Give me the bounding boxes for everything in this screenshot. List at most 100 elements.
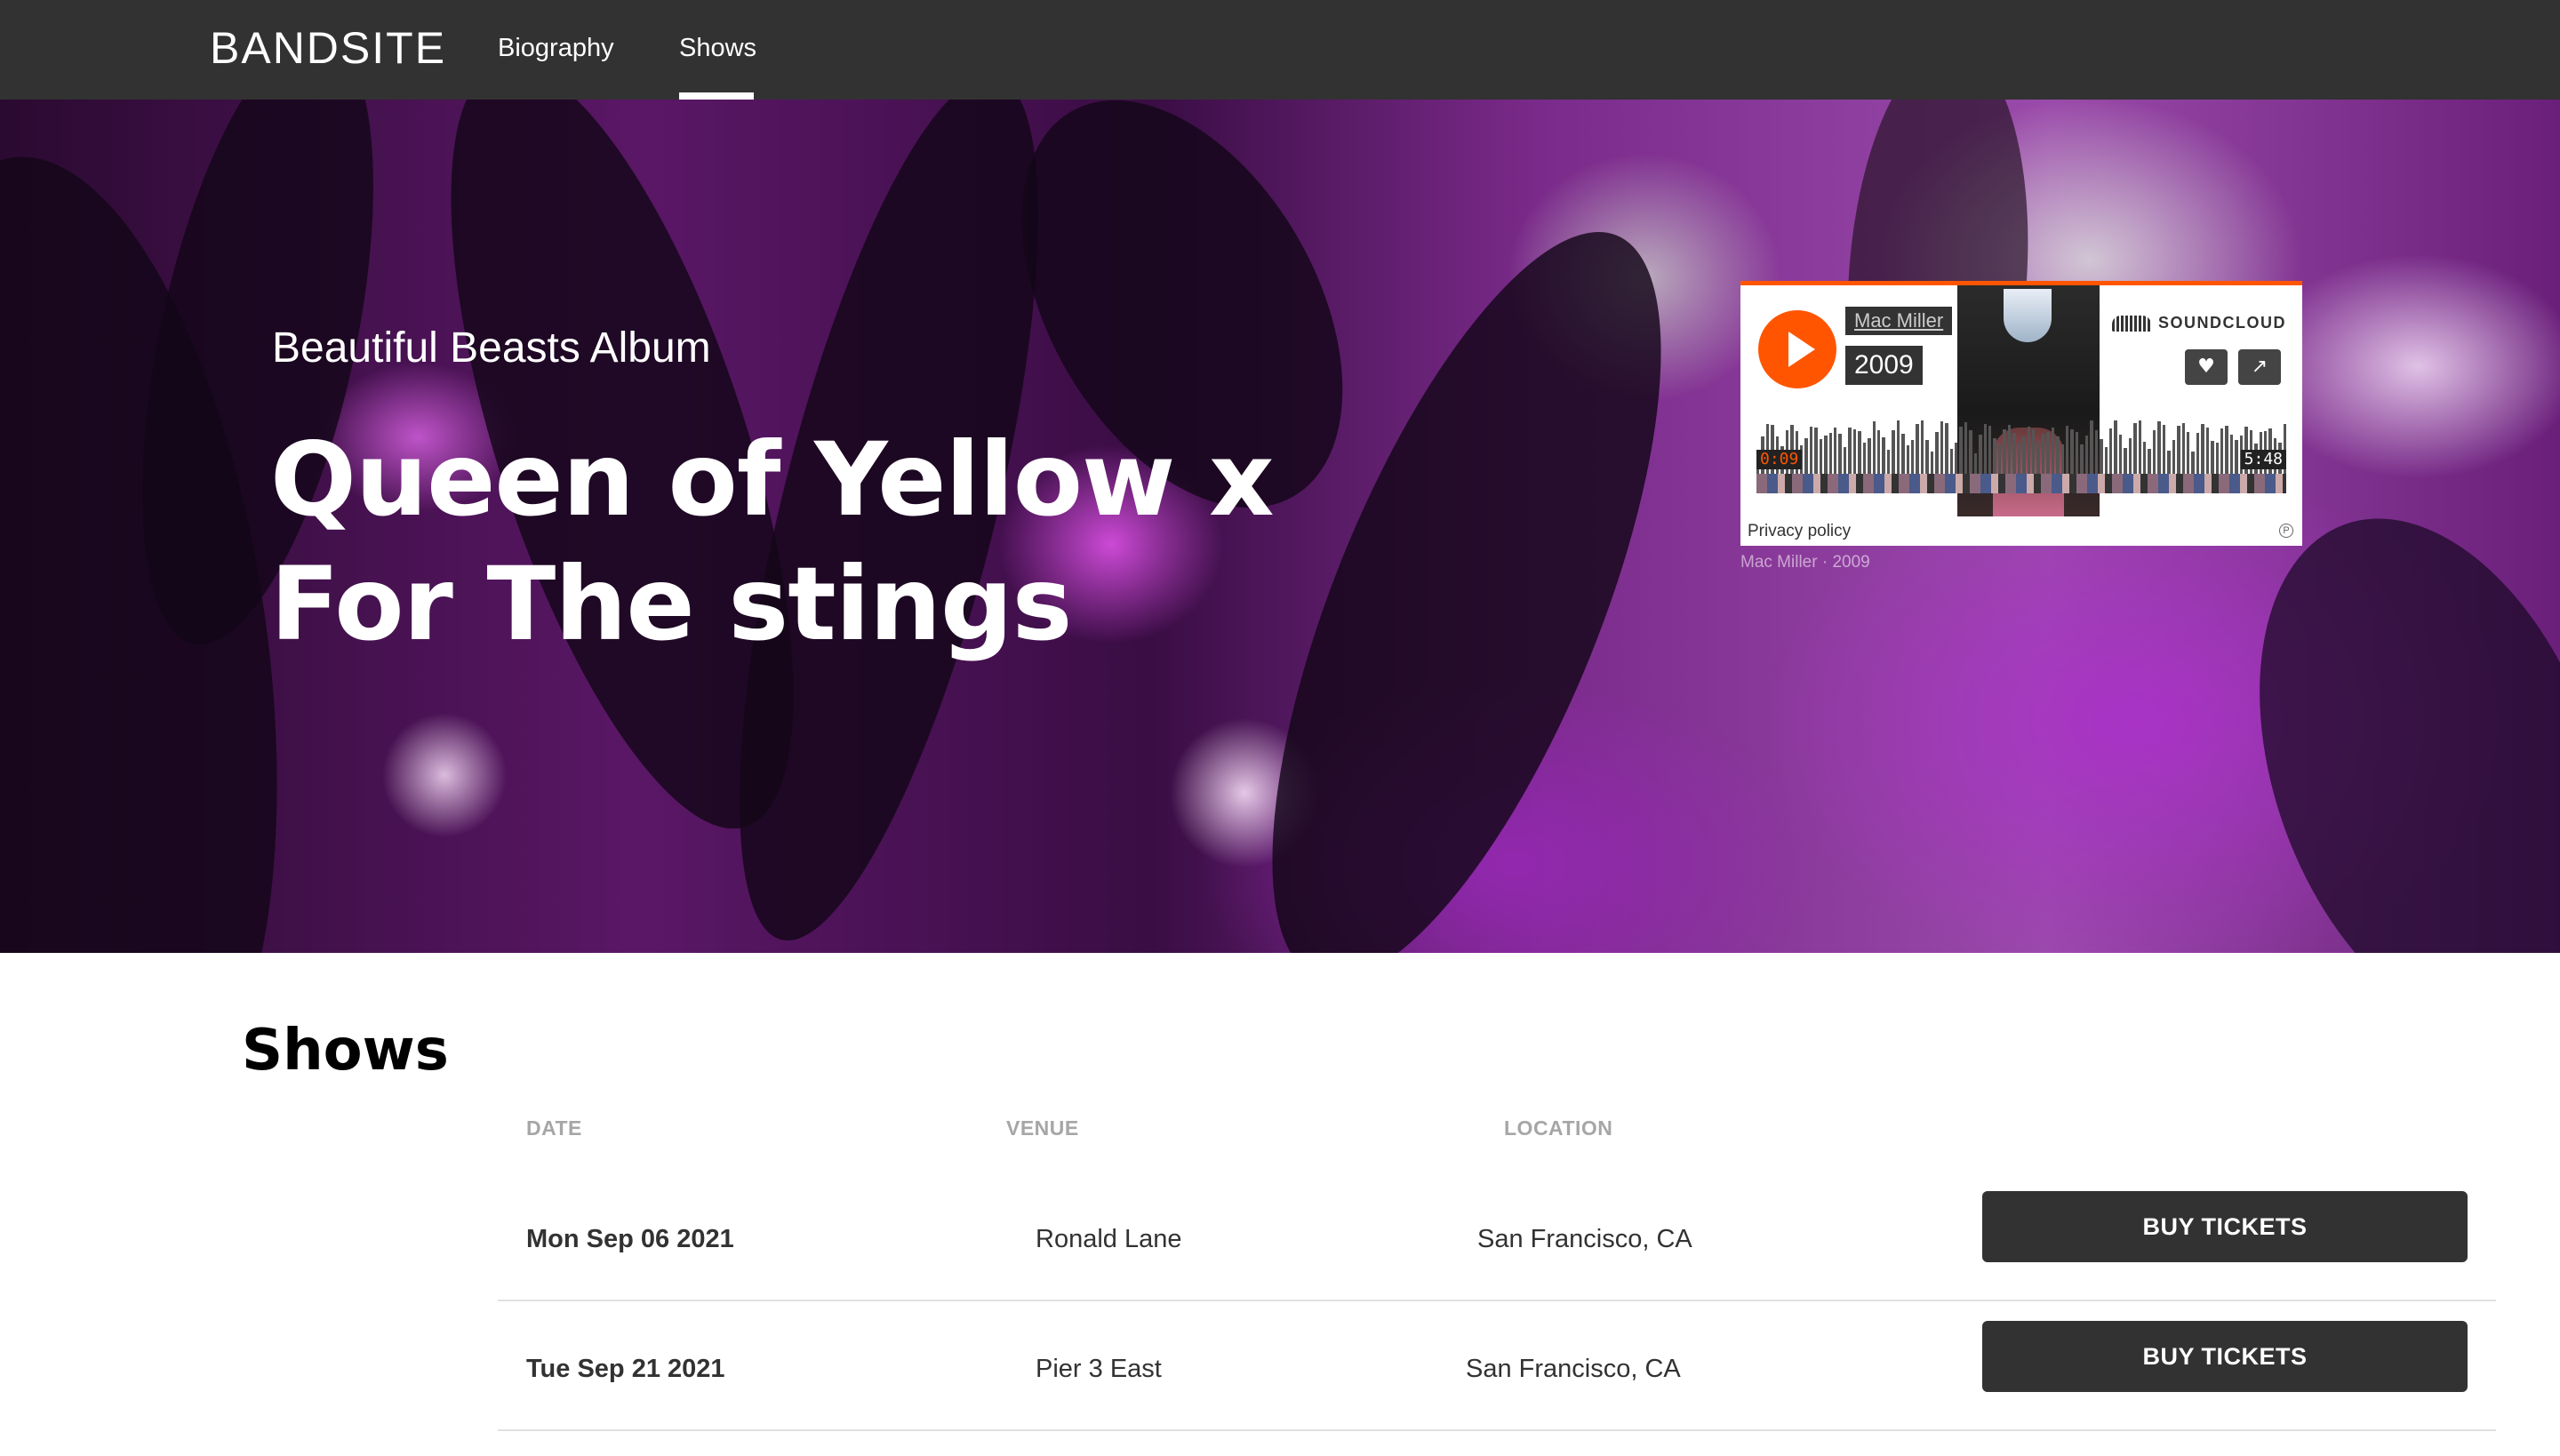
waveform-bar (1906, 445, 1909, 474)
waveform-bar (2094, 430, 2099, 474)
waveform-bar (2060, 444, 2064, 474)
show-date: Tue Sep 21 2021 (526, 1355, 725, 1383)
soundcloud-wordmark: SOUNDCLOUD (2158, 314, 2286, 332)
column-header-location: LOCATION (1504, 1116, 1613, 1140)
waveform-bar (2138, 420, 2141, 474)
waveform-bar (2041, 433, 2045, 474)
waveform-bar (2080, 444, 2084, 474)
waveform-bar (1969, 429, 1972, 474)
waveform-bar (1954, 442, 1958, 474)
waveform-bar (1911, 440, 1915, 474)
column-header-date: DATE (526, 1116, 582, 1140)
waveform-bar (1824, 436, 1828, 474)
waveform-bar (1882, 436, 1885, 474)
column-header-venue: VENUE (1006, 1116, 1079, 1140)
waveform-bar (2181, 422, 2185, 474)
comment-avatars-strip (1756, 474, 2286, 493)
waveform-bar (2172, 440, 2176, 474)
soundcloud-player: Mac Miller 2009 SOUNDCLOUD ♥ ↗ 0:09 5:48… (1740, 281, 2302, 546)
waveform-bar (2148, 449, 2151, 474)
waveform-bar (2031, 428, 2036, 474)
waveform-bar (2162, 424, 2166, 474)
track-duration: 5:48 (2240, 450, 2286, 469)
waveform-bar (2066, 426, 2069, 474)
shows-heading: Shows (242, 1018, 449, 1084)
waveform-bar (2167, 451, 2171, 474)
waveform-bar (1916, 424, 1919, 474)
waveform-bar (1988, 426, 1992, 474)
soundcloud-logo[interactable]: SOUNDCLOUD (2112, 314, 2286, 332)
show-location: San Francisco, CA (1477, 1225, 1692, 1253)
heart-icon[interactable]: ♥ (2185, 349, 2228, 385)
waveform-bar (1949, 448, 1953, 474)
waveform-bar (2051, 428, 2055, 474)
waveform-bar (1838, 434, 1842, 474)
waveform-bar (2177, 425, 2180, 474)
waveform-bar (2128, 437, 2132, 474)
waveform-bar (2191, 451, 2195, 474)
waveform-bar (1901, 433, 1905, 474)
waveform-bar (2235, 440, 2238, 474)
show-row[interactable]: Tue Sep 21 2021 Pier 3 East San Francisc… (498, 1301, 2496, 1431)
active-tab-indicator (679, 92, 754, 100)
waveform-bar (2090, 420, 2093, 474)
nav-link-shows[interactable]: Shows (679, 30, 756, 66)
show-venue: Ronald Lane (1036, 1225, 1182, 1253)
waveform-bar (2133, 423, 2137, 474)
waveform-bar (2211, 440, 2214, 474)
waveform-bar (2152, 430, 2156, 474)
waveform-bar (1804, 438, 1808, 474)
waveform-bar (2084, 436, 2089, 474)
buy-tickets-button[interactable]: BUY TICKETS (1982, 1321, 2468, 1392)
top-nav: BANDSITE Biography Shows (0, 0, 2560, 100)
brand-logo[interactable]: BANDSITE (210, 21, 446, 75)
waveform-bar (2017, 442, 2021, 474)
buy-tickets-button[interactable]: BUY TICKETS (1982, 1191, 2468, 1262)
waveform-bar (1886, 449, 1891, 474)
cookie-icon[interactable]: P (2279, 524, 2293, 538)
waveform-bar (2205, 428, 2210, 474)
waveform-bar (1858, 430, 1861, 474)
show-row[interactable]: Mon Sep 06 2021 Ronald Lane San Francisc… (498, 1172, 2496, 1301)
artwork-window (2004, 289, 2052, 342)
waveform-bar (1959, 426, 1963, 474)
waveform-bar (2036, 441, 2040, 474)
waveform-bar (2229, 435, 2234, 474)
waveform-bar (1920, 420, 1924, 474)
waveform-bar (2196, 433, 2200, 474)
waveform-bar (2215, 442, 2219, 474)
show-date: Mon Sep 06 2021 (526, 1225, 734, 1253)
privacy-policy-link[interactable]: Privacy policy (1748, 522, 1851, 541)
waveform-bar (1819, 439, 1823, 474)
waveform-bar (2056, 436, 2060, 474)
waveform-bar (1940, 421, 1944, 474)
waveform-bar (2157, 421, 2161, 474)
waveform-bar (1848, 427, 1852, 474)
waveform-bar (1930, 451, 1934, 474)
nav-link-biography[interactable]: Biography (498, 30, 614, 66)
waveform[interactable] (1756, 419, 2287, 474)
show-location: San Francisco, CA (1466, 1355, 1681, 1383)
elapsed-time: 0:09 (1756, 450, 1803, 469)
waveform-bar (2220, 428, 2224, 474)
waveform-bar (2201, 424, 2204, 474)
waveform-bar (2143, 442, 2147, 474)
waveform-bar (2075, 432, 2079, 474)
waveform-bar (1814, 428, 1818, 474)
player-caption[interactable]: Mac Miller · 2009 (1740, 553, 1870, 572)
waveform-bar (1983, 424, 1987, 474)
waveform-bar (1997, 444, 2002, 474)
waveform-bar (2124, 447, 2127, 474)
waveform-bar (1852, 429, 1857, 474)
play-icon[interactable] (1758, 310, 1836, 388)
waveform-bar (1862, 442, 1867, 474)
hero-title: Queen of Yellow x For The stings (270, 420, 1275, 663)
artist-link[interactable]: Mac Miller (1845, 307, 1953, 335)
waveform-bar (1892, 429, 1895, 474)
waveform-bar (1809, 427, 1813, 474)
waveform-bar (2003, 428, 2006, 474)
share-icon[interactable]: ↗ (2238, 349, 2281, 385)
show-venue: Pier 3 East (1036, 1355, 1162, 1383)
track-title[interactable]: 2009 (1845, 346, 1923, 385)
waveform-bar (1925, 440, 1929, 474)
